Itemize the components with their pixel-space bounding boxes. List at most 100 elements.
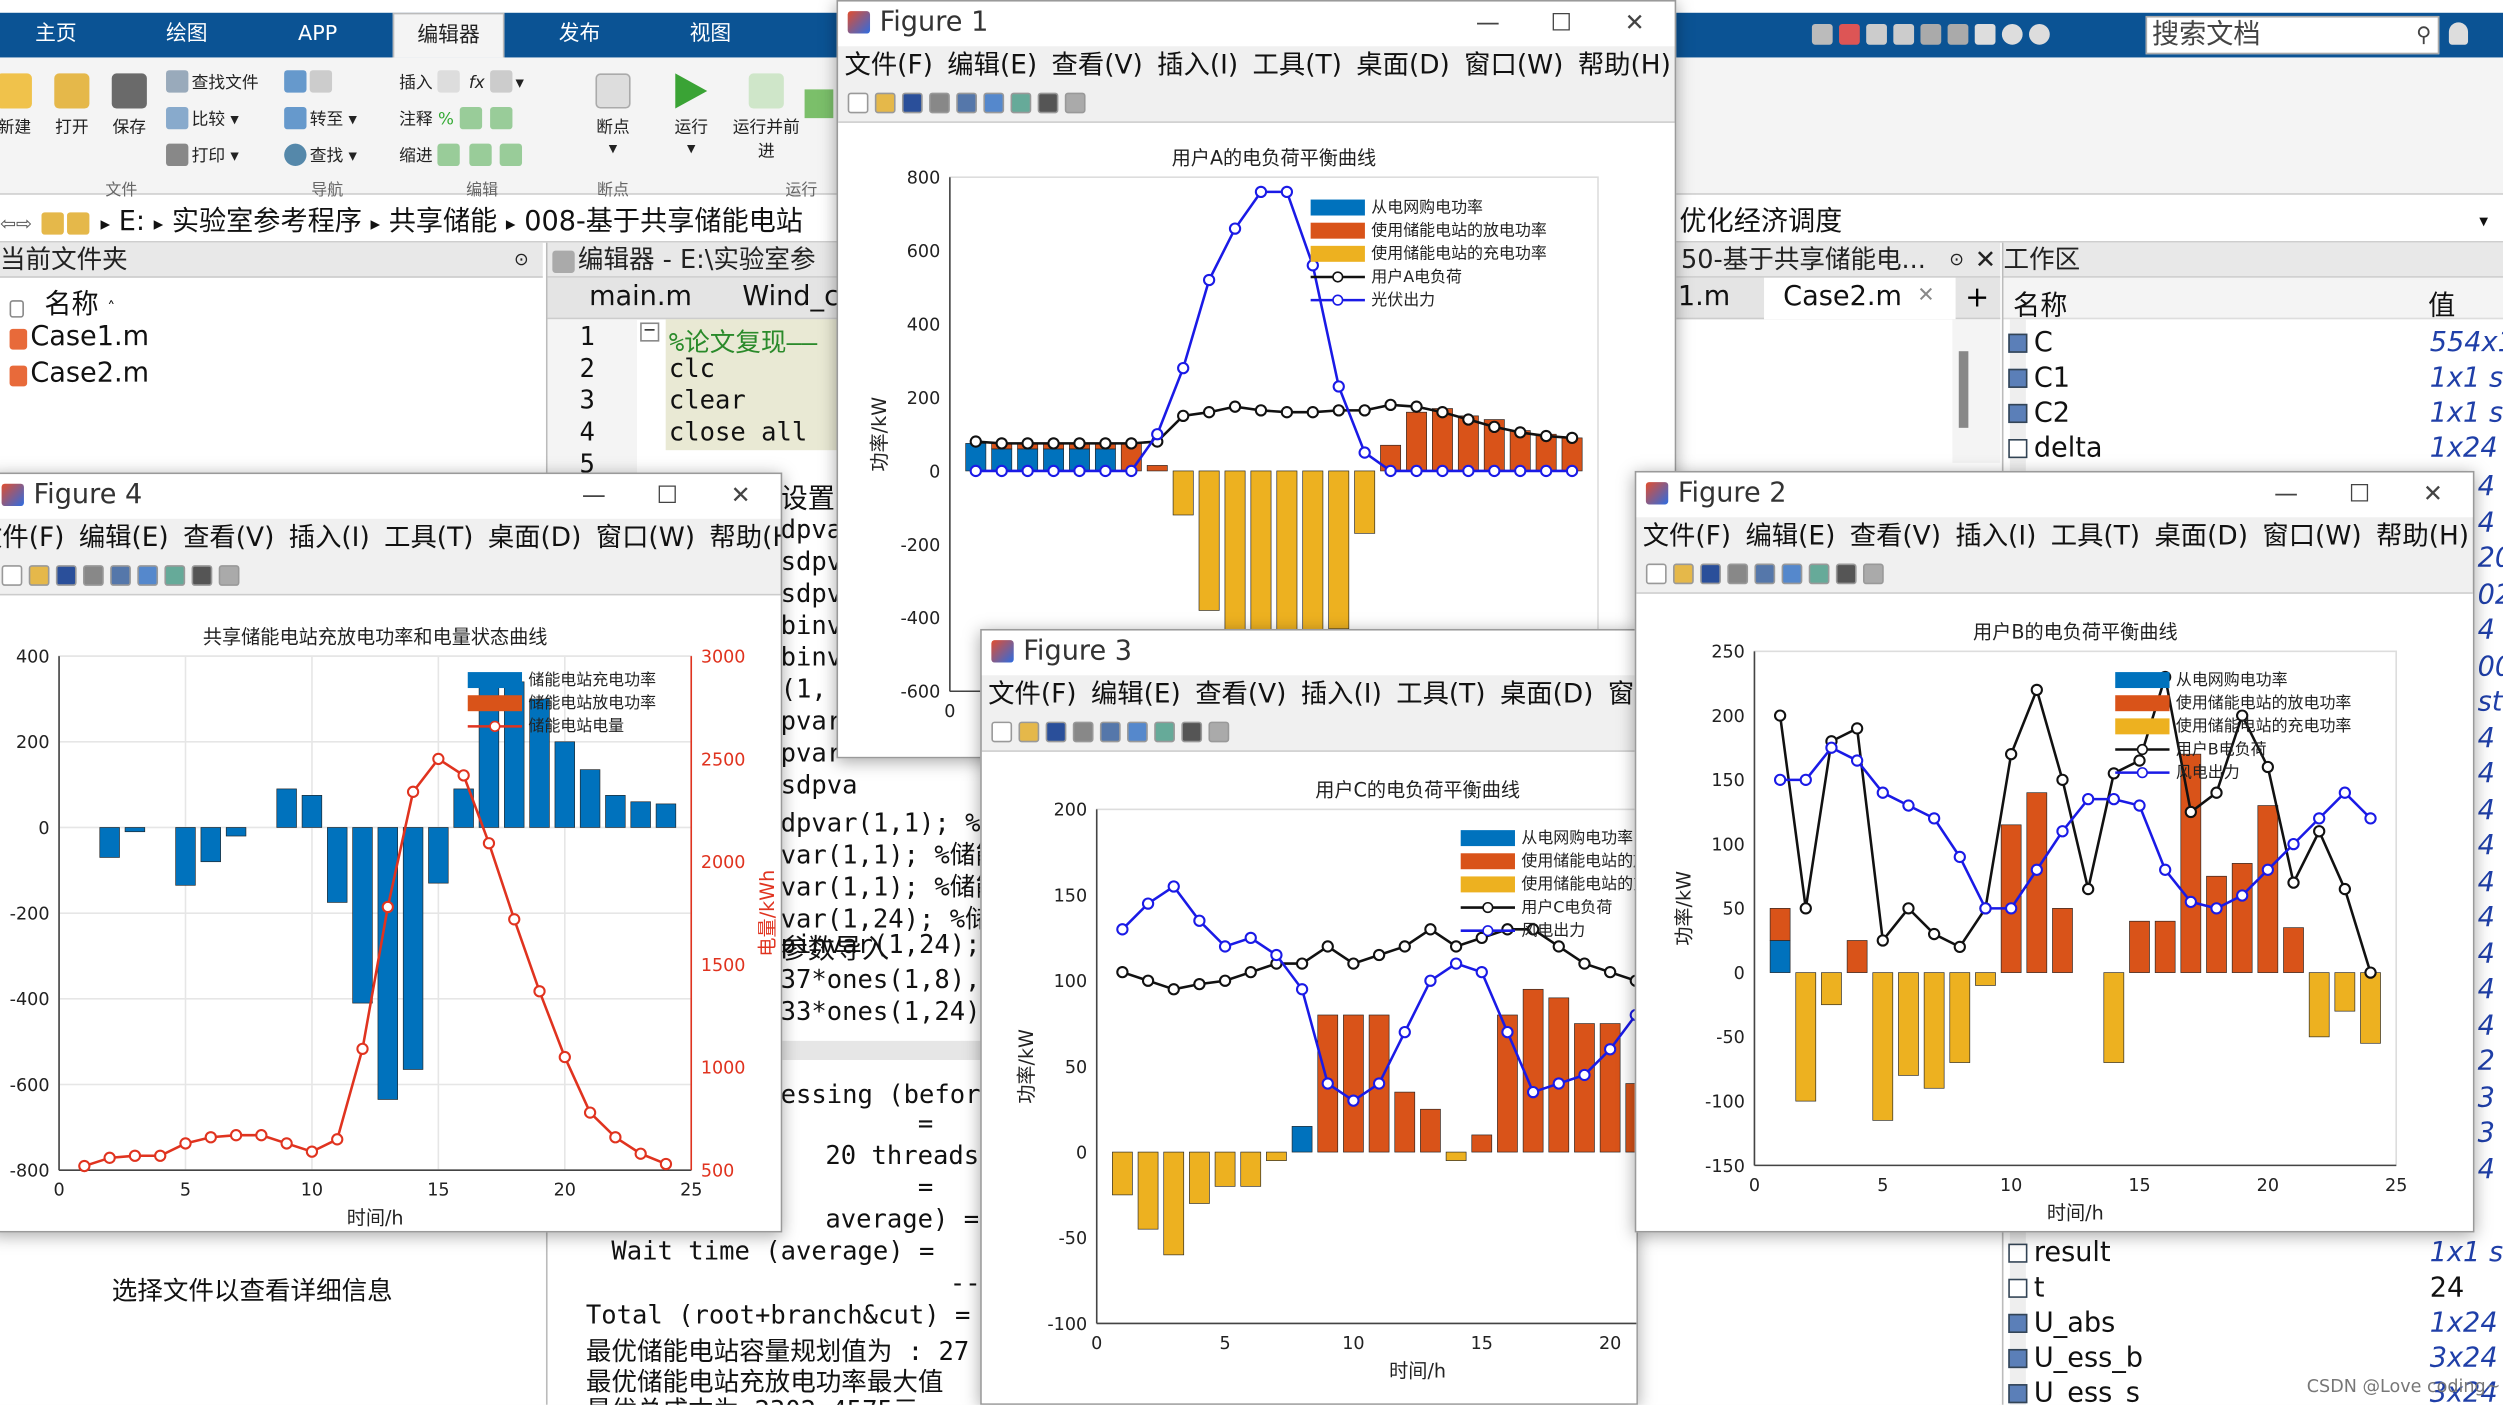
folder-up-icon[interactable] [40, 212, 64, 235]
figure-menu-item[interactable]: 桌面(D) [488, 522, 582, 552]
address-segment-tail[interactable]: 优化经济调度 [1679, 201, 1842, 241]
figure-menu-item[interactable]: 编辑(E) [1745, 520, 1835, 550]
figure-menu-item[interactable]: 文件(F) [988, 678, 1076, 708]
figure-menu-item[interactable]: 插入(I) [1157, 49, 1238, 79]
link-plot-icon[interactable] [956, 92, 977, 114]
print-button[interactable]: 打印 ▾ [166, 143, 239, 168]
figure-menu-item[interactable]: 窗口(W) [1464, 49, 1563, 79]
table-row[interactable]: C [2008, 327, 2053, 359]
list-item[interactable]: Case1.m [9, 321, 150, 353]
indent-button[interactable]: 缩进 [399, 143, 525, 168]
help-icon[interactable] [2001, 23, 2023, 45]
legend-icon[interactable] [164, 565, 186, 586]
find-files-button[interactable]: 查找文件 [166, 70, 259, 94]
figure-menu-item[interactable]: 文件(F) [0, 522, 64, 552]
pointer-icon[interactable] [1037, 92, 1059, 114]
link-plot-icon[interactable] [110, 565, 131, 586]
address-segment[interactable]: 008-基于共享储能电站 [524, 206, 803, 238]
tab-view[interactable]: 视图 [655, 13, 767, 58]
insert-button[interactable]: 插入 fx ▾ [399, 70, 524, 94]
save-button[interactable]: 保存 [105, 73, 153, 138]
switch-windows-icon[interactable] [1974, 23, 1996, 45]
close-icon[interactable]: ✕ [1975, 243, 1996, 277]
figure-menu-item[interactable]: 窗口(W) [2262, 520, 2361, 550]
comment-button[interactable]: 注释 % [399, 106, 516, 131]
figure-menu-item[interactable]: 文件(F) [1643, 520, 1731, 550]
figure-menu-item[interactable]: 查看(V) [1052, 49, 1143, 79]
tab-1-m[interactable]: 1.m [1678, 281, 1730, 313]
colorbar-icon[interactable] [137, 565, 159, 586]
link-plot-icon[interactable] [1754, 563, 1776, 585]
breakpoint-button[interactable]: 断点 ▾ [587, 73, 638, 158]
save-icon[interactable] [1811, 23, 1833, 45]
goto-button[interactable]: 转至 ▾ [284, 106, 357, 131]
close-icon[interactable]: ✕ [2396, 473, 2469, 515]
pointer-icon[interactable] [1181, 721, 1203, 743]
minimize-icon[interactable]: — [2249, 473, 2322, 515]
table-row[interactable]: result [2008, 1237, 2111, 1269]
run-button[interactable]: 运行 ▾ [664, 73, 718, 158]
add-tab-icon[interactable]: + [1965, 281, 1989, 315]
tab-plots[interactable]: 绘图 [131, 13, 243, 58]
open-icon[interactable] [874, 92, 896, 114]
forward-arrow-icon[interactable] [309, 70, 333, 93]
table-row[interactable]: U_ess_s [2008, 1378, 2140, 1405]
figure-menu-item[interactable]: 窗口(W) [596, 522, 695, 552]
figure-menu-item[interactable]: 插入(I) [1301, 678, 1382, 708]
link-plot-icon[interactable] [1099, 721, 1121, 743]
editor-scrollbar[interactable] [1952, 319, 2001, 463]
print-icon[interactable] [1072, 721, 1094, 743]
run-advance-button[interactable]: 运行并前进 [731, 73, 801, 162]
column-header-value[interactable]: 值 [2428, 283, 2455, 323]
figure-menu-item[interactable]: 插入(I) [1955, 520, 2036, 550]
column-header-name[interactable]: 名称 ˄ [9, 281, 115, 321]
pane-menu-icon[interactable]: ⊙ [1949, 243, 1964, 277]
save-icon[interactable] [901, 92, 923, 114]
minimize-icon[interactable]: — [557, 474, 630, 516]
minimize-icon[interactable]: — [1451, 2, 1524, 44]
figure-menu-item[interactable]: 查看(V) [183, 522, 274, 552]
maximize-icon[interactable]: ☐ [2323, 473, 2396, 515]
tab-apps[interactable]: APP [262, 13, 374, 58]
property-inspector-icon[interactable] [1208, 721, 1230, 743]
property-inspector-icon[interactable] [218, 565, 240, 586]
close-icon[interactable]: ✕ [704, 474, 777, 516]
pointer-icon[interactable] [191, 565, 213, 586]
new-figure-icon[interactable] [1645, 563, 1667, 585]
run-section-icon[interactable] [804, 89, 834, 119]
back-forward[interactable] [284, 70, 335, 93]
cut-icon[interactable] [1839, 23, 1860, 45]
close-tab-icon[interactable]: ✕ [1917, 284, 1934, 308]
figure-menu-item[interactable]: 工具(T) [1396, 678, 1485, 708]
figure-menu-item[interactable]: 桌面(D) [1356, 49, 1450, 79]
table-row[interactable]: U_ess_b [2008, 1343, 2143, 1375]
figure-menu-item[interactable]: 查看(V) [1195, 678, 1286, 708]
save-icon[interactable] [55, 565, 77, 586]
nav-arrows-icon[interactable]: ⇦⇨ [0, 212, 32, 234]
figure-menu-item[interactable]: 编辑(E) [1091, 678, 1181, 708]
figure-menu-item[interactable]: 帮助(H) [1578, 49, 1671, 79]
code-fold-icon[interactable]: − [640, 322, 660, 342]
figure-menu-item[interactable]: 编辑(E) [79, 522, 169, 552]
maximize-icon[interactable]: ☐ [631, 474, 704, 516]
figure-menu-item[interactable]: 查看(V) [1850, 520, 1941, 550]
table-row[interactable]: U_abs [2008, 1307, 2115, 1339]
tab-main-m[interactable]: main.m [589, 281, 692, 313]
tab-publish[interactable]: 发布 [524, 13, 636, 58]
new-button[interactable]: 新建 [0, 73, 38, 138]
save-icon[interactable] [1700, 563, 1721, 585]
code-line[interactable]: clc [669, 353, 715, 383]
colorbar-icon[interactable] [1781, 563, 1803, 585]
colorbar-icon[interactable] [1127, 721, 1148, 743]
redo-icon[interactable] [1947, 23, 1969, 45]
community-icon[interactable] [2029, 23, 2050, 45]
table-row[interactable]: C2 [2008, 398, 2070, 429]
compare-button[interactable]: 比较 ▾ [166, 106, 239, 131]
pointer-icon[interactable] [1835, 563, 1857, 585]
maximize-icon[interactable]: ☐ [1525, 2, 1598, 44]
colorbar-icon[interactable] [983, 92, 1005, 114]
figure-menu-item[interactable]: 帮助(H) [2376, 520, 2469, 550]
save-icon[interactable] [1045, 721, 1067, 743]
print-icon[interactable] [1727, 563, 1749, 585]
figure-menu-item[interactable]: 文件(F) [844, 49, 932, 79]
